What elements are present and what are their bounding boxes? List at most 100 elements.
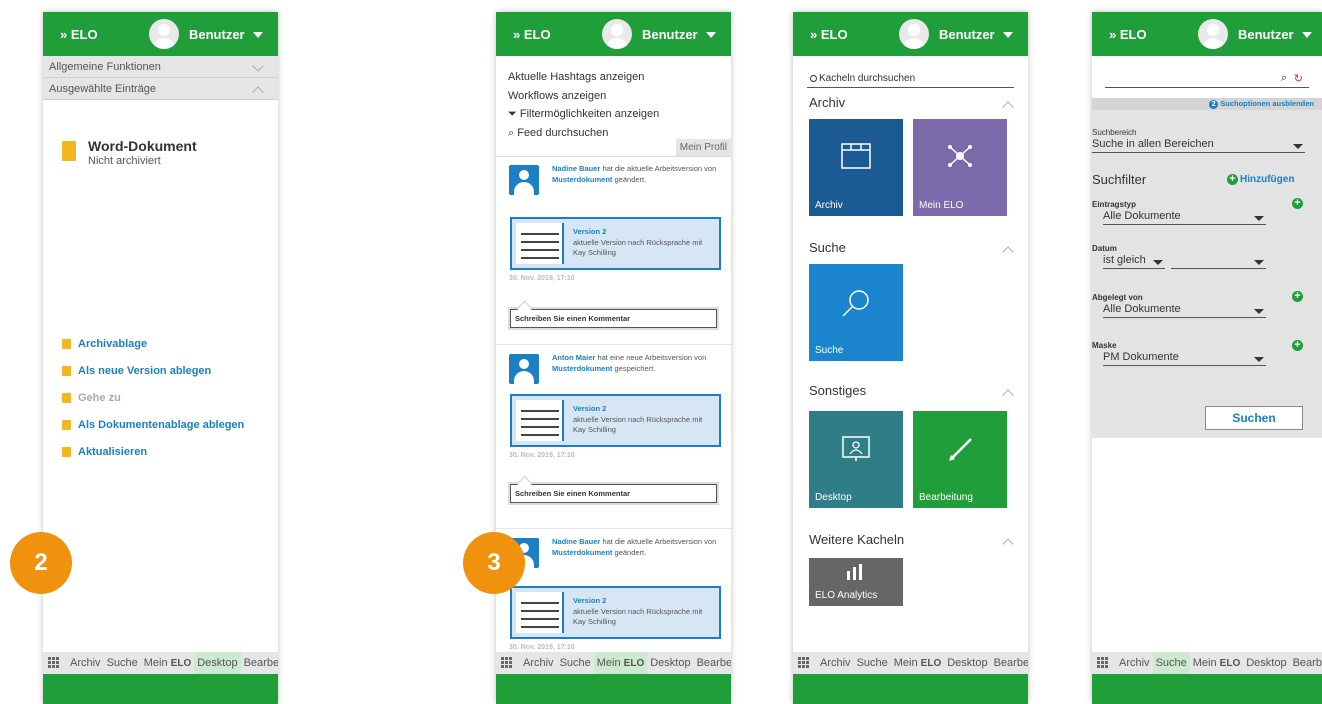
tab-bearbeitung[interactable]: Bearbe... bbox=[694, 652, 731, 674]
tab-desktop[interactable]: Desktop bbox=[1243, 652, 1289, 674]
search-input[interactable]: ⌕ ↻ bbox=[1105, 72, 1309, 88]
tab-bearbeitung[interactable]: Bearbe... bbox=[241, 652, 278, 674]
user-menu-button[interactable]: Benutzer bbox=[1238, 27, 1294, 42]
tab-suche[interactable]: Suche bbox=[854, 652, 891, 674]
tile-search-input[interactable]: Kacheln durchsuchen bbox=[807, 72, 1014, 88]
user-menu-button[interactable]: Benutzer bbox=[939, 27, 995, 42]
tab-mein-elo[interactable]: Mein ELO bbox=[141, 652, 194, 674]
tab-mein-elo[interactable]: Mein ELO bbox=[593, 652, 648, 674]
version-label: Version 2 bbox=[573, 596, 607, 605]
tab-archiv[interactable]: Archiv bbox=[520, 652, 557, 674]
tab-bearbeitung[interactable]: Bearbe... bbox=[991, 652, 1028, 674]
user-menu-button[interactable]: Benutzer bbox=[189, 27, 245, 42]
filter-datum-select[interactable]: ist gleich bbox=[1103, 254, 1165, 269]
section-weitere: Weitere Kacheln bbox=[809, 532, 905, 547]
tab-archiv[interactable]: Archiv bbox=[817, 652, 854, 674]
accordion-selected[interactable]: Ausgewählte Einträge bbox=[43, 78, 278, 100]
chevron-up-icon[interactable] bbox=[1002, 538, 1014, 550]
tile-archiv[interactable]: Archiv bbox=[809, 119, 903, 216]
add-filter-icon[interactable]: + bbox=[1292, 198, 1303, 209]
tile-bearbeitung[interactable]: Bearbeitung bbox=[913, 411, 1007, 508]
tab-suche[interactable]: Suche bbox=[1152, 652, 1190, 674]
elo-menu-button[interactable]: » ELO bbox=[513, 27, 551, 42]
avatar-icon[interactable] bbox=[149, 19, 179, 49]
tab-desktop[interactable]: Desktop bbox=[194, 652, 241, 674]
accordion-general[interactable]: Allgemeine Funktionen bbox=[43, 56, 278, 78]
tile-mein-elo[interactable]: Mein ELO bbox=[913, 119, 1007, 216]
chevron-up-icon[interactable] bbox=[1002, 246, 1014, 258]
tab-desktop[interactable]: Desktop bbox=[944, 652, 990, 674]
comment-input[interactable]: Schreiben Sie einen Kommentar bbox=[510, 484, 717, 503]
add-filter-icon[interactable]: + bbox=[1292, 291, 1303, 302]
chevron-up-icon[interactable] bbox=[1002, 389, 1014, 401]
avatar-icon[interactable] bbox=[602, 19, 632, 49]
tab-suche[interactable]: Suche bbox=[104, 652, 141, 674]
tab-mein-elo[interactable]: Mein ELO bbox=[891, 652, 944, 674]
avatar-icon[interactable] bbox=[899, 19, 929, 49]
tile-suche[interactable]: Suche bbox=[809, 264, 903, 361]
toggle-search-options[interactable]: 2 Suchoptionen ausblenden bbox=[1092, 98, 1322, 110]
my-profile-button[interactable]: Mein Profil bbox=[675, 139, 731, 156]
version-card[interactable]: Version 2 aktuelle Version nach Rückspra… bbox=[510, 394, 721, 447]
tiles-grid-icon[interactable] bbox=[48, 657, 60, 668]
action-document-storage[interactable]: Als Dokumentenablage ablegen bbox=[62, 411, 244, 438]
tile-desktop[interactable]: Desktop bbox=[809, 411, 903, 508]
step-badge-2: 2 bbox=[10, 532, 72, 594]
chevron-down-icon[interactable] bbox=[1003, 32, 1013, 38]
tab-archiv[interactable]: Archiv bbox=[67, 652, 104, 674]
tab-bearbeitung[interactable]: Bearbe... bbox=[1290, 652, 1322, 674]
tiles-grid-icon[interactable] bbox=[1097, 657, 1109, 668]
scope-label: Suchbereich bbox=[1092, 128, 1137, 137]
tiles-grid-icon[interactable] bbox=[798, 657, 810, 668]
tab-label: Mein bbox=[1192, 657, 1217, 669]
add-filter-icon[interactable]: + bbox=[1292, 340, 1303, 351]
post-doc-link[interactable]: Musterdokument bbox=[552, 175, 612, 184]
tab-suche[interactable]: Suche bbox=[557, 652, 594, 674]
tab-desktop[interactable]: Desktop bbox=[647, 652, 693, 674]
action-new-version[interactable]: Als neue Version ablegen bbox=[62, 357, 244, 384]
folder-icon bbox=[62, 338, 71, 349]
filter-maske-select[interactable]: PM Dokumente bbox=[1103, 351, 1266, 366]
chevron-up-icon[interactable] bbox=[1002, 101, 1014, 113]
chevron-down-icon[interactable] bbox=[1302, 32, 1312, 38]
post-user[interactable]: Nadine Bauer bbox=[552, 537, 600, 546]
user-menu-button[interactable]: Benutzer bbox=[642, 27, 698, 42]
filter-abgelegt-select[interactable]: Alle Dokumente bbox=[1103, 303, 1266, 318]
scope-select[interactable]: Suche in allen Bereichen bbox=[1092, 138, 1305, 153]
search-icon[interactable]: ⌕ bbox=[1281, 72, 1287, 85]
post-action: geändert. bbox=[614, 548, 647, 557]
chevron-down-icon[interactable] bbox=[706, 32, 716, 38]
post-doc-link[interactable]: Musterdokument bbox=[552, 364, 612, 373]
tab-archiv[interactable]: Archiv bbox=[1116, 652, 1153, 674]
tile-elo-analytics[interactable]: ELO Analytics bbox=[809, 558, 903, 606]
tiles-grid-icon[interactable] bbox=[501, 657, 513, 668]
elo-menu-button[interactable]: » ELO bbox=[1109, 27, 1147, 42]
post-user[interactable]: Anton Maier bbox=[552, 353, 595, 362]
version-card[interactable]: Version 2 aktuelle Version nach Rückspra… bbox=[510, 217, 721, 270]
comment-input[interactable]: Schreiben Sie einen Kommentar bbox=[510, 309, 717, 328]
avatar-icon[interactable] bbox=[1198, 19, 1228, 49]
menu-filters[interactable]: ⏷ Filtermöglichkeiten anzeigen bbox=[508, 105, 731, 124]
menu-workflows[interactable]: Workflows anzeigen bbox=[508, 87, 731, 106]
app-header: » ELO Benutzer bbox=[1092, 12, 1322, 56]
chevron-down-icon[interactable] bbox=[253, 32, 263, 38]
post-user[interactable]: Nadine Bauer bbox=[552, 164, 600, 173]
elo-menu-button[interactable]: » ELO bbox=[60, 27, 98, 42]
action-refresh[interactable]: Aktualisieren bbox=[62, 438, 244, 465]
app-header: » ELO Benutzer bbox=[496, 12, 731, 56]
filter-datum-value[interactable] bbox=[1171, 254, 1266, 269]
feed-post: Nadine Bauer hat die aktuelle Arbeitsver… bbox=[496, 530, 731, 660]
folder-icon bbox=[62, 446, 71, 457]
reset-icon[interactable]: ↻ bbox=[1294, 72, 1303, 85]
bottom-tab-bar: Archiv Suche Mein ELO Desktop Bearbe... bbox=[1092, 652, 1322, 674]
filter-title: Suchfilter bbox=[1092, 172, 1147, 187]
action-archivablage[interactable]: Archivablage bbox=[62, 330, 244, 357]
search-button[interactable]: Suchen bbox=[1205, 406, 1303, 430]
menu-hashtags[interactable]: Aktuelle Hashtags anzeigen bbox=[508, 68, 731, 87]
filter-eintragstyp-select[interactable]: Alle Dokumente bbox=[1103, 210, 1266, 225]
add-filter-button[interactable]: + Hinzufügen bbox=[1227, 174, 1294, 185]
tab-mein-elo[interactable]: Mein ELO bbox=[1190, 652, 1243, 674]
elo-menu-button[interactable]: » ELO bbox=[810, 27, 848, 42]
version-card[interactable]: Version 2 aktuelle Version nach Rückspra… bbox=[510, 586, 721, 639]
post-doc-link[interactable]: Musterdokument bbox=[552, 548, 612, 557]
